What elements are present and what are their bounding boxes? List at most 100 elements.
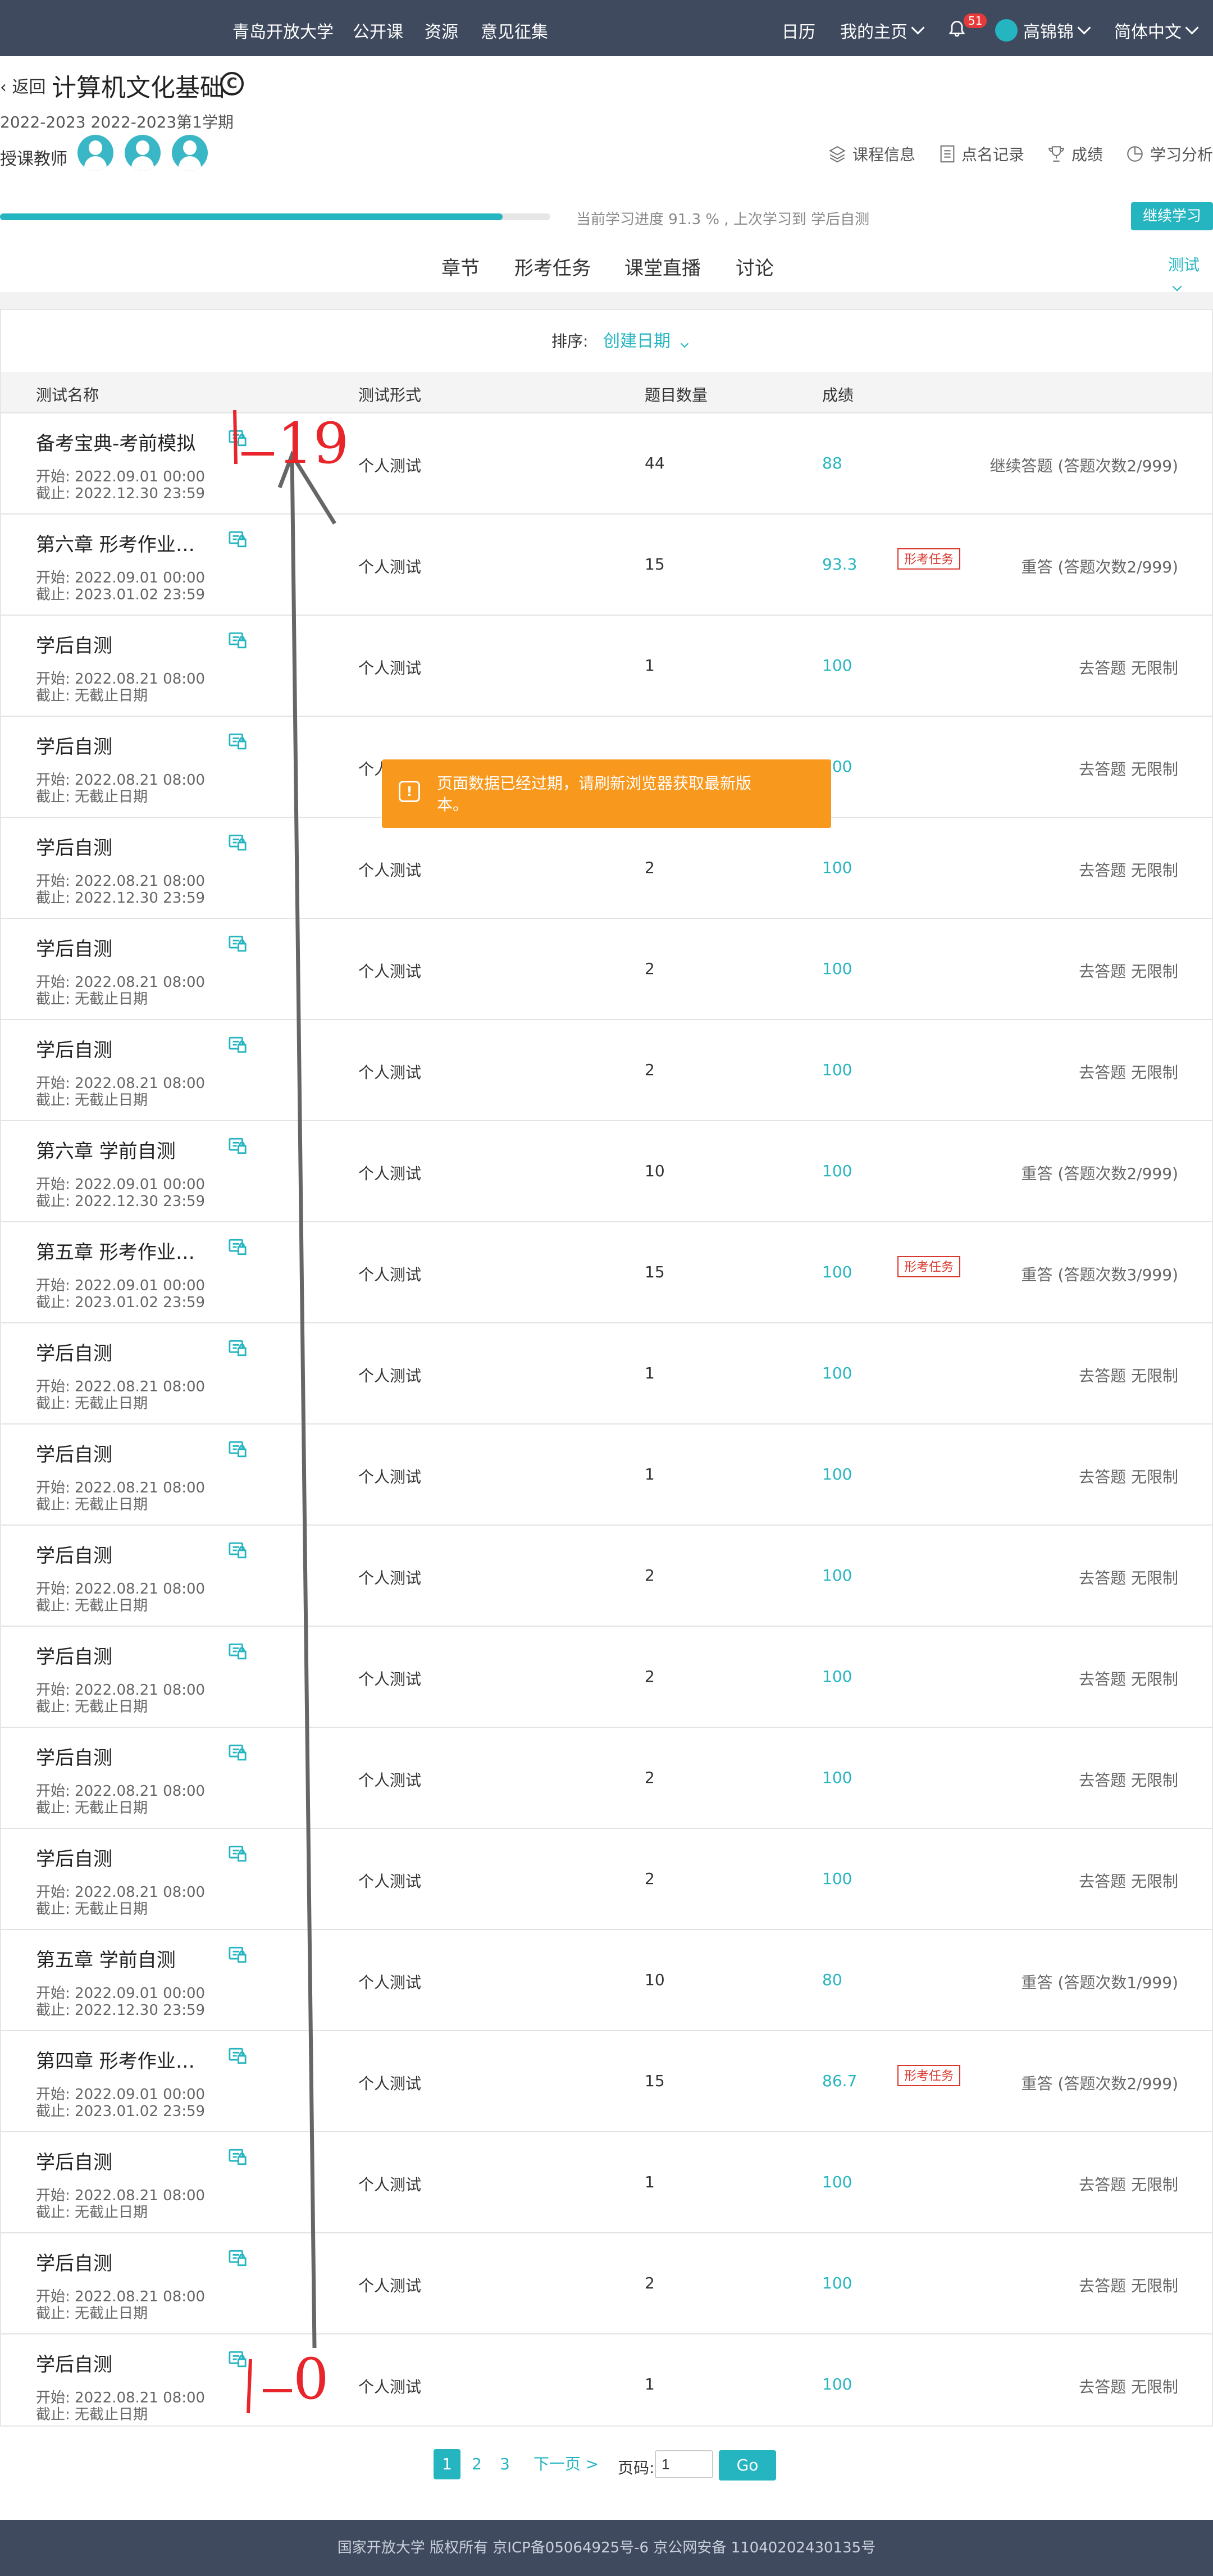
tab-live-class[interactable]: 课堂直播 [624, 253, 701, 280]
test-name[interactable]: 学后自测 [36, 832, 204, 860]
back-link[interactable]: ‹ 返回 [0, 73, 46, 98]
test-action[interactable]: 去答题 无限制 [1079, 2274, 1178, 2296]
test-score[interactable]: 100 [822, 1364, 852, 1382]
table-row[interactable]: 学后自测 开始: 2022.08.21 08:00 截止: 无截止日期 个人测试 1 10… [1, 2333, 1212, 2434]
teacher-avatar[interactable] [172, 135, 208, 171]
tab-tests[interactable]: 测试 [1168, 253, 1213, 294]
test-action[interactable]: 去答题 无限制 [1079, 2173, 1178, 2195]
table-row[interactable]: 学后自测 开始: 2022.08.21 08:00 截止: 2022.12.30 2… [1, 817, 1212, 918]
test-score[interactable]: 100 [822, 1667, 852, 1686]
page-2-button[interactable]: 2 [467, 2449, 486, 2479]
tab-assessment[interactable]: 形考任务 [514, 253, 591, 280]
page-3-button[interactable]: 3 [495, 2449, 514, 2479]
roll-call-link[interactable]: 点名记录 [939, 143, 1024, 165]
test-name[interactable]: 学后自测 [36, 1540, 204, 1568]
test-name[interactable]: 学后自测 [36, 1844, 204, 1871]
test-score[interactable]: 80 [822, 1970, 842, 1989]
test-score[interactable]: 100 [822, 1465, 852, 1483]
course-info-link[interactable]: 课程信息 [828, 143, 915, 165]
go-button[interactable]: Go [719, 2450, 776, 2481]
test-action[interactable]: 去答题 无限制 [1079, 1061, 1178, 1083]
test-score[interactable]: 100 [822, 2375, 852, 2393]
test-action[interactable]: 去答题 无限制 [1079, 1667, 1178, 1690]
sort-dropdown[interactable]: 创建日期 [603, 327, 688, 352]
test-score[interactable]: 93.3 [822, 555, 857, 574]
test-name[interactable]: 学后自测 [36, 630, 204, 658]
test-action[interactable]: 去答题 无限制 [1079, 1566, 1178, 1589]
table-row[interactable]: 学后自测 开始: 2022.08.21 08:00 截止: 无截止日期 个人测试 1 10… [1, 615, 1212, 716]
test-name[interactable]: 学后自测 [36, 1641, 204, 1669]
table-row[interactable]: 备考宝典-考前模拟 开始: 2022.09.01 00:00 截止: 2022.12… [1, 412, 1212, 513]
analytics-link[interactable]: 学习分析 [1125, 143, 1213, 165]
nav-open-course[interactable]: 公开课 [353, 18, 403, 43]
test-action[interactable]: 去答题 无限制 [1079, 1768, 1178, 1791]
test-action[interactable]: 去答题 无限制 [1079, 2375, 1178, 2397]
table-row[interactable]: 学后自测开始: 2022.08.21 08:00截止: 无截止日期个人测试210… [1, 2232, 1212, 2333]
test-name[interactable]: 学后自测 [36, 1439, 204, 1467]
tab-chapters[interactable]: 章节 [441, 253, 480, 280]
test-name[interactable]: 第五章 形考作业客观题 [36, 1237, 204, 1264]
test-score[interactable]: 100 [822, 2173, 852, 2191]
test-name[interactable]: 学后自测 [36, 2349, 204, 2377]
test-action[interactable]: 重答 (答题次数2/999) [1022, 555, 1178, 577]
test-score[interactable]: 100 [822, 2274, 852, 2292]
teacher-avatar[interactable] [125, 135, 161, 171]
test-name[interactable]: 第六章 学前自测 [36, 1136, 204, 1163]
test-name[interactable]: 学后自测 [36, 731, 204, 759]
table-row[interactable]: 学后自测开始: 2022.08.21 08:00截止: 无截止日期个人测试210… [1, 1828, 1212, 1929]
table-row[interactable]: 第五章 学前自测 开始: 2022.09.01 00:00 截止: 2022.12.… [1, 1929, 1212, 2030]
test-action[interactable]: 重答 (答题次数2/999) [1022, 2072, 1178, 2094]
page-1-button[interactable]: 1 [434, 2449, 460, 2479]
tab-discussion[interactable]: 讨论 [736, 253, 774, 280]
nav-brand[interactable]: 青岛开放大学 [232, 18, 334, 43]
table-row[interactable]: 学后自测开始: 2022.08.21 08:00截止: 无截止日期个人测试210… [1, 1524, 1212, 1626]
test-name[interactable]: 学后自测 [36, 1742, 204, 1770]
test-action[interactable]: 继续答题 (答题次数2/999) [990, 454, 1178, 476]
test-action[interactable]: 去答题 无限制 [1079, 1364, 1178, 1386]
table-row[interactable]: 学后自测开始: 2022.08.21 08:00截止: 无截止日期个人测试210… [1, 1019, 1212, 1120]
table-row[interactable]: 学后自测 开始: 2022.08.21 08:00 截止: 无截止日期 个人测试 1 10… [1, 2131, 1212, 2232]
test-score[interactable]: 100 [822, 1061, 852, 1079]
test-score[interactable]: 100 [822, 1768, 852, 1787]
test-score[interactable]: 88 [822, 454, 842, 472]
test-name[interactable]: 备考宝典-考前模拟 [36, 428, 204, 456]
nav-calendar[interactable]: 日历 [782, 18, 815, 43]
teacher-avatar[interactable] [77, 135, 113, 171]
test-action[interactable]: 去答题 无限制 [1079, 858, 1178, 881]
table-row[interactable]: 学后自测 开始: 2022.08.21 08:00 截止: 无截止日期 个人测试 1 10… [1, 1423, 1212, 1524]
test-name[interactable]: 学后自测 [36, 934, 204, 961]
table-row[interactable]: 第六章 学前自测 开始: 2022.09.01 00:00 截止: 2022.12.… [1, 1120, 1212, 1221]
nav-feedback[interactable]: 意见征集 [481, 18, 548, 43]
test-name[interactable]: 第五章 学前自测 [36, 1945, 204, 1972]
table-row[interactable]: 学后自测开始: 2022.08.21 08:00截止: 无截止日期个人测试210… [1, 1626, 1212, 1727]
continue-learning-button[interactable]: 继续学习 [1131, 202, 1213, 230]
test-action[interactable]: 去答题 无限制 [1079, 1465, 1178, 1487]
language-menu[interactable]: 简体中文 [1114, 18, 1199, 43]
page-number-input[interactable] [655, 2450, 713, 2478]
test-score[interactable]: 100 [822, 959, 852, 978]
test-action[interactable]: 去答题 无限制 [1079, 1869, 1178, 1892]
user-menu[interactable]: 高锦锦 [995, 18, 1091, 43]
test-name[interactable]: 第四章 形考作业客观题 [36, 2046, 204, 2073]
table-row[interactable]: 第五章 形考作业客观题开始: 2022.09.01 00:00截止: 2023.… [1, 1221, 1212, 1322]
nav-my-home[interactable]: 我的主页 [840, 18, 925, 43]
nav-resources[interactable]: 资源 [425, 18, 458, 43]
test-score[interactable]: 100 [822, 656, 852, 675]
test-score[interactable]: 100 [822, 1263, 852, 1281]
test-name[interactable]: 第六章 形考作业客观题 [36, 529, 204, 557]
test-action[interactable]: 重答 (答题次数2/999) [1022, 1162, 1178, 1184]
test-action[interactable]: 重答 (答题次数3/999) [1022, 1263, 1178, 1285]
grades-link[interactable]: 成绩 [1047, 143, 1103, 165]
test-score[interactable]: 100 [822, 1869, 852, 1888]
test-action[interactable]: 去答题 无限制 [1079, 757, 1178, 780]
test-score[interactable]: 86.7 [822, 2072, 857, 2090]
test-score[interactable]: 100 [822, 1162, 852, 1180]
table-row[interactable]: 第四章 形考作业客观题开始: 2022.09.01 00:00截止: 2023.… [1, 2030, 1212, 2131]
test-action[interactable]: 去答题 无限制 [1079, 959, 1178, 982]
test-name[interactable]: 学后自测 [36, 1035, 204, 1062]
test-name[interactable]: 学后自测 [36, 1338, 204, 1366]
test-name[interactable]: 学后自测 [36, 2248, 204, 2275]
test-score[interactable]: 100 [822, 858, 852, 877]
table-row[interactable]: 学后自测 开始: 2022.08.21 08:00 截止: 无截止日期 个人测试 1 10… [1, 1322, 1212, 1423]
next-page-button[interactable]: 下一页 > [532, 2449, 600, 2479]
